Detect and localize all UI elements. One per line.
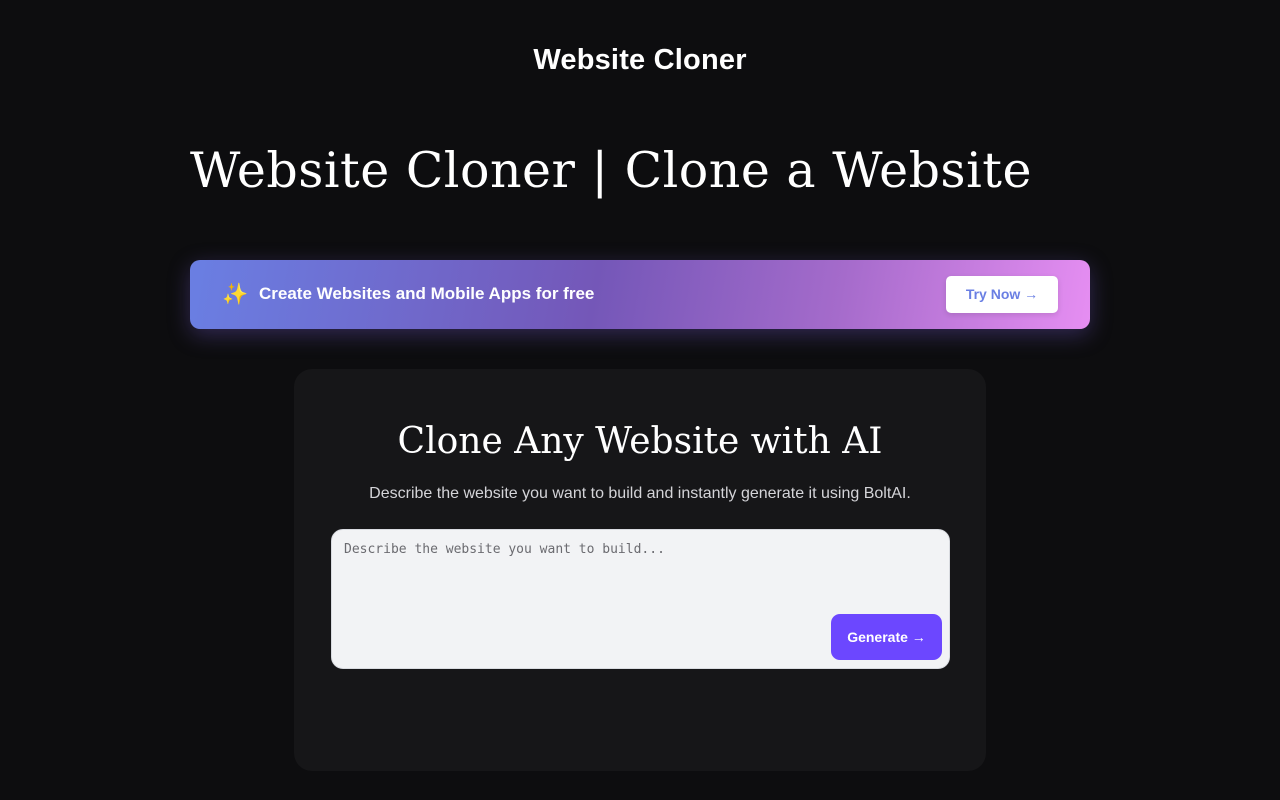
card-subtitle: Describe the website you want to build a… xyxy=(369,485,911,502)
website-description-input[interactable] xyxy=(344,540,814,650)
prompt-box: Generate → xyxy=(331,529,950,669)
promo-text: Create Websites and Mobile Apps for free xyxy=(259,284,595,303)
card-title: Clone Any Website with AI xyxy=(397,421,883,462)
page-title: Website Cloner | Clone a Website xyxy=(190,142,1032,199)
try-now-button[interactable]: Try Now → xyxy=(946,276,1058,313)
clone-card: Clone Any Website with AI Describe the w… xyxy=(294,369,986,771)
site-title: Website Cloner xyxy=(533,44,747,76)
generate-button[interactable]: Generate → xyxy=(831,614,942,660)
promo-banner: ✨ Create Websites and Mobile Apps for fr… xyxy=(190,260,1090,329)
sparkles-icon: ✨ xyxy=(222,282,249,306)
